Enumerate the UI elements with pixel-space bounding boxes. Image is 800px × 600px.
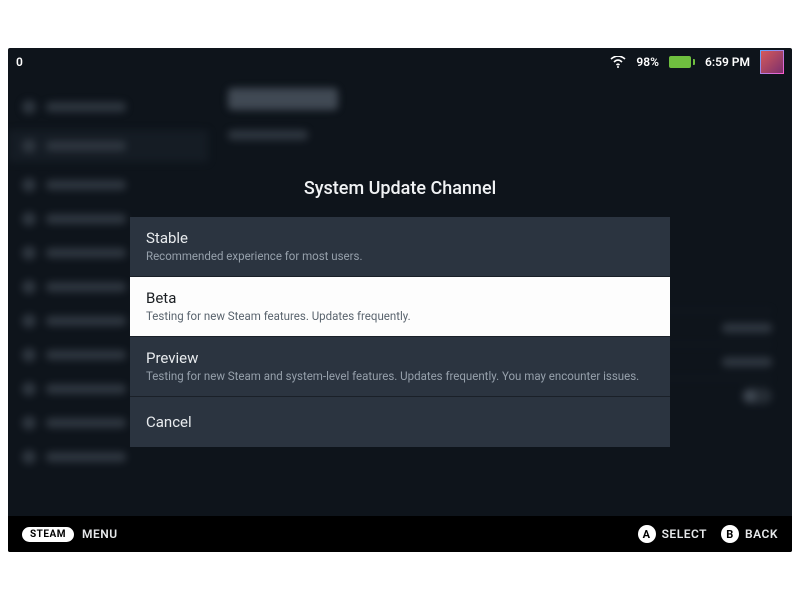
avatar[interactable] — [760, 50, 784, 74]
option-desc: Testing for new Steam features. Updates … — [146, 309, 654, 324]
option-cancel[interactable]: Cancel — [130, 397, 670, 447]
option-preview[interactable]: Preview Testing for new Steam and system… — [130, 337, 670, 397]
b-button-icon: B — [721, 525, 739, 543]
select-hint: A SELECT — [638, 525, 707, 543]
option-label: Stable — [146, 229, 654, 247]
modal-title: System Update Channel — [130, 178, 670, 199]
menu-hint-label: MENU — [82, 527, 118, 541]
a-button-icon: A — [638, 525, 656, 543]
notification-count: 0 — [16, 55, 23, 69]
battery-percent: 98% — [636, 55, 659, 69]
option-list: Stable Recommended experience for most u… — [130, 217, 670, 447]
option-label: Preview — [146, 349, 654, 367]
steam-deck-screen: 0 98% 6:59 PM — [8, 48, 792, 552]
option-beta[interactable]: Beta Testing for new Steam features. Upd… — [130, 277, 670, 337]
hint-bar: STEAM MENU A SELECT B BACK — [8, 516, 792, 552]
option-stable[interactable]: Stable Recommended experience for most u… — [130, 217, 670, 277]
steam-button-hint: STEAM — [22, 527, 74, 542]
update-channel-modal: System Update Channel Stable Recommended… — [130, 178, 670, 447]
battery-icon — [669, 56, 695, 68]
clock: 6:59 PM — [705, 55, 750, 69]
back-hint: B BACK — [721, 525, 778, 543]
back-hint-label: BACK — [745, 527, 778, 541]
select-hint-label: SELECT — [662, 527, 707, 541]
option-label: Beta — [146, 289, 654, 307]
option-desc: Testing for new Steam and system-level f… — [146, 369, 654, 384]
option-label: Cancel — [146, 413, 654, 431]
status-bar: 0 98% 6:59 PM — [8, 48, 792, 76]
option-desc: Recommended experience for most users. — [146, 249, 654, 264]
wifi-icon — [610, 56, 626, 68]
